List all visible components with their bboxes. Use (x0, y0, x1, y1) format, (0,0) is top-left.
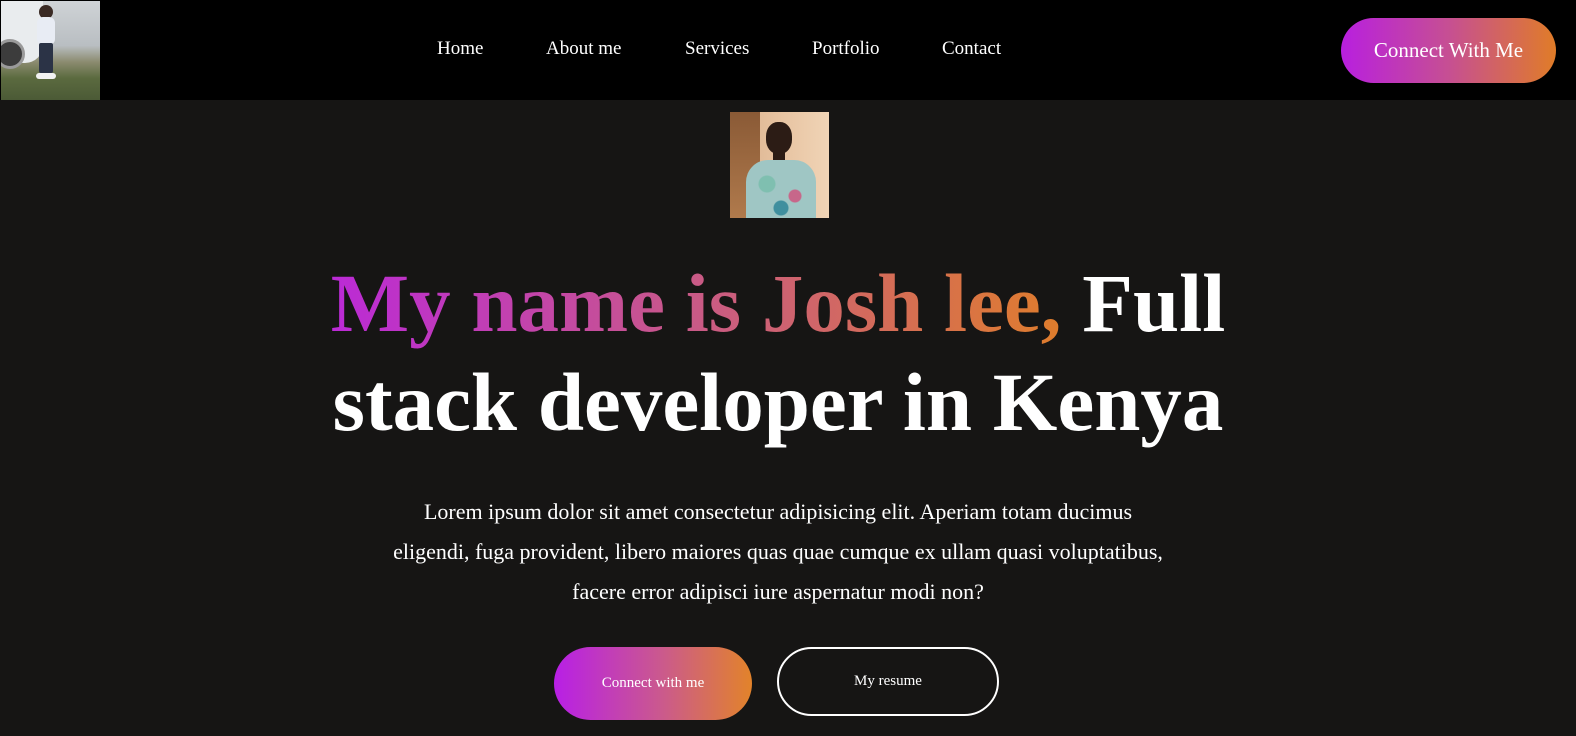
headline-line1-rest: Full (1082, 257, 1226, 349)
my-resume-button[interactable]: My resume (777, 647, 999, 716)
avatar-head-shape (766, 122, 792, 154)
connect-with-me-button[interactable]: Connect with me (554, 647, 752, 720)
nav-link-about[interactable]: About me (546, 38, 621, 60)
navbar: Home About me Services Portfolio Contact… (0, 0, 1576, 100)
nav-link-contact[interactable]: Contact (942, 38, 1001, 60)
hero-headline: My name is Josh lee, Full stack develope… (238, 254, 1318, 452)
connect-with-me-nav-button[interactable]: Connect With Me (1341, 18, 1556, 83)
hero-intro-text: Lorem ipsum dolor sit amet consectetur a… (393, 499, 1163, 604)
avatar-shirt-shape (746, 160, 816, 218)
headline-line2: stack developer in Kenya (332, 356, 1224, 448)
nav-link-portfolio[interactable]: Portfolio (812, 38, 880, 60)
nav-link-services[interactable]: Services (685, 38, 749, 60)
nav-link-home[interactable]: Home (437, 38, 483, 60)
profile-photo (730, 112, 829, 218)
headline-gradient-text: My name is Josh lee, (330, 257, 1062, 349)
nav-menu: Home About me Services Portfolio Contact (0, 0, 1576, 100)
